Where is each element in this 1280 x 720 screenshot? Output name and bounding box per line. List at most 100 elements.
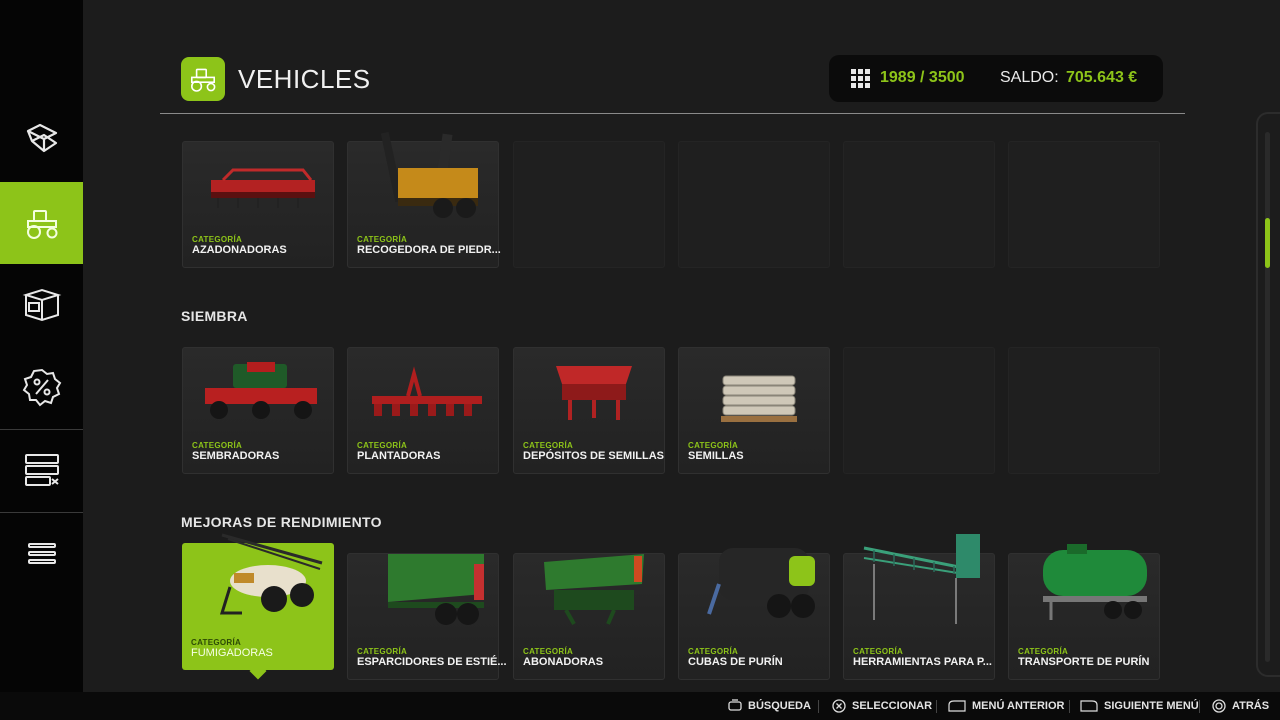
seed-bags-image: [721, 375, 797, 422]
seed-tank-image: [556, 366, 632, 420]
server-icon: [24, 454, 59, 486]
seeder-image: [205, 362, 317, 419]
sidebar-item-menu[interactable]: [0, 512, 83, 594]
bottom-divider: [818, 700, 819, 713]
category-card-herramientas-para-purin[interactable]: CATEGORÍA HERRAMIENTAS PARA P...: [843, 534, 995, 680]
r1-button-icon: [1080, 700, 1098, 712]
category-card-transporte-de-purin[interactable]: CATEGORÍA TRANSPORTE DE PURÍN: [1008, 544, 1160, 680]
category-card-esparcidores-de-estiercol[interactable]: CATEGORÍA ESPARCIDORES DE ESTIÉ...: [347, 553, 507, 680]
category-card-semillas[interactable]: CATEGORÍA SEMILLAS: [678, 347, 830, 474]
category-card-cubas-de-purin[interactable]: CATEGORÍA CUBAS DE PURÍN: [678, 548, 830, 680]
stats-panel: 1989 / 3500 SALDO: 705.643 €: [829, 55, 1163, 102]
card-category-label: CATEGORÍA: [357, 235, 408, 244]
empty-card-slot: [843, 347, 995, 474]
card-name: HERRAMIENTAS PARA P...: [853, 656, 992, 668]
slurry-tanker-image: [707, 548, 815, 618]
sidebar-item-sales[interactable]: [0, 346, 83, 428]
vehicles-header-icon: [181, 57, 225, 101]
slurry-transport-image: [1043, 544, 1147, 620]
tractor-icon: [191, 68, 216, 92]
section-title-siembra: SIEMBRA: [181, 308, 248, 324]
empty-card-slot: [1008, 141, 1160, 268]
card-category-label: CATEGORÍA: [357, 647, 408, 656]
card-category-label: CATEGORÍA: [523, 441, 574, 450]
back-label: ATRÁS: [1232, 700, 1270, 712]
category-card-recogedora-de-piedras[interactable]: CATEGORÍA RECOGEDORA DE PIEDR...: [347, 131, 501, 268]
map-icon: [26, 123, 57, 153]
manure-spreader-image: [388, 554, 484, 625]
fertilizer-spreader-image: [544, 554, 644, 625]
planter-image: [372, 366, 482, 416]
sidebar-item-maps[interactable]: [0, 98, 83, 180]
card-name: CUBAS DE PURÍN: [688, 656, 783, 668]
card-category-label: CATEGORÍA: [192, 235, 243, 244]
category-card-sembradoras[interactable]: CATEGORÍA SEMBRADORAS: [182, 347, 334, 474]
page-title: VEHICLES: [238, 64, 371, 94]
card-category-label: CATEGORÍA: [688, 647, 739, 656]
vehicle-count: 1989 / 3500: [880, 69, 965, 86]
search-action[interactable]: BÚSQUEDA: [728, 699, 811, 713]
scrollbar-thumb[interactable]: [1265, 218, 1270, 268]
sidebar-item-shop[interactable]: [0, 264, 83, 346]
category-card-fumigadoras[interactable]: CATEGORÍA FUMIGADORAS: [182, 533, 334, 670]
circle-button-icon: [1212, 699, 1226, 713]
card-category-label: CATEGORÍA: [192, 441, 243, 450]
scrollbar-track[interactable]: [1265, 132, 1270, 662]
card-name: TRANSPORTE DE PURÍN: [1018, 656, 1150, 668]
card-name: ESPARCIDORES DE ESTIÉ...: [357, 656, 507, 668]
card-category-label: CATEGORÍA: [523, 647, 574, 656]
menu-icon: [27, 543, 56, 564]
card-name: AZADONADORAS: [192, 244, 287, 256]
category-card-depositos-de-semillas[interactable]: CATEGORÍA DEPÓSITOS DE SEMILLAS: [513, 347, 665, 474]
tractor-icon: [26, 210, 57, 239]
shop-box-icon: [22, 288, 61, 322]
card-category-label: CATEGORÍA: [853, 647, 904, 656]
empty-card-slot: [513, 141, 665, 268]
prev-menu-label: MENÚ ANTERIOR: [972, 700, 1065, 712]
category-card-abonadoras[interactable]: CATEGORÍA ABONADORAS: [513, 553, 665, 680]
category-card-azadonadoras[interactable]: CATEGORÍA AZADONADORAS: [182, 141, 334, 268]
grid-icon: [851, 69, 870, 88]
next-menu-action[interactable]: SIGUIENTE MENÚ: [1080, 699, 1199, 713]
card-name: SEMILLAS: [688, 450, 744, 462]
back-action[interactable]: ATRÁS: [1212, 699, 1269, 713]
sprayer-image: [219, 533, 323, 615]
l1-button-icon: [948, 700, 966, 712]
bottom-divider: [936, 700, 937, 713]
stone-picker-image: [380, 131, 478, 218]
card-name: RECOGEDORA DE PIEDR...: [357, 244, 501, 256]
bottom-divider: [1069, 700, 1070, 713]
bottom-action-bar: BÚSQUEDA SELECCIONAR MENÚ ANTERIOR SIGUI…: [0, 692, 1280, 720]
sidebar-item-storage[interactable]: [0, 429, 83, 511]
empty-card-slot: [1008, 347, 1160, 474]
card-category-label: CATEGORÍA: [1018, 647, 1069, 656]
saldo-label: SALDO:: [1000, 69, 1059, 86]
slurry-boom-image: [863, 534, 980, 624]
saldo-value: 705.643 €: [1066, 69, 1138, 86]
bottom-divider: [1199, 700, 1200, 713]
header-divider: [160, 113, 1185, 114]
card-category-label: CATEGORÍA: [688, 441, 739, 450]
select-action[interactable]: SELECCIONAR: [832, 699, 932, 713]
card-name: ABONADORAS: [523, 656, 604, 668]
touchpad-icon: [728, 699, 742, 711]
rotary-tiller-image: [211, 168, 315, 208]
empty-card-slot: [678, 141, 830, 268]
sidebar-item-vehicles[interactable]: [0, 182, 83, 264]
cross-button-icon: [832, 699, 846, 713]
card-name: SEMBRADORAS: [192, 450, 280, 462]
category-card-plantadoras[interactable]: CATEGORÍA PLANTADORAS: [347, 347, 499, 474]
select-label: SELECCIONAR: [852, 700, 933, 712]
card-name: FUMIGADORAS: [191, 647, 273, 659]
card-category-label: CATEGORÍA: [357, 441, 408, 450]
card-name: PLANTADORAS: [357, 450, 441, 462]
section-title-mejoras-de-rendimiento: MEJORAS DE RENDIMIENTO: [181, 514, 382, 530]
discount-icon: [22, 368, 61, 407]
card-name: DEPÓSITOS DE SEMILLAS: [523, 450, 664, 462]
card-category-label: CATEGORÍA: [191, 638, 242, 647]
prev-menu-action[interactable]: MENÚ ANTERIOR: [948, 699, 1064, 713]
empty-card-slot: [843, 141, 995, 268]
next-menu-label: SIGUIENTE MENÚ: [1104, 700, 1199, 712]
sidebar: [0, 0, 83, 692]
search-label: BÚSQUEDA: [748, 700, 811, 712]
